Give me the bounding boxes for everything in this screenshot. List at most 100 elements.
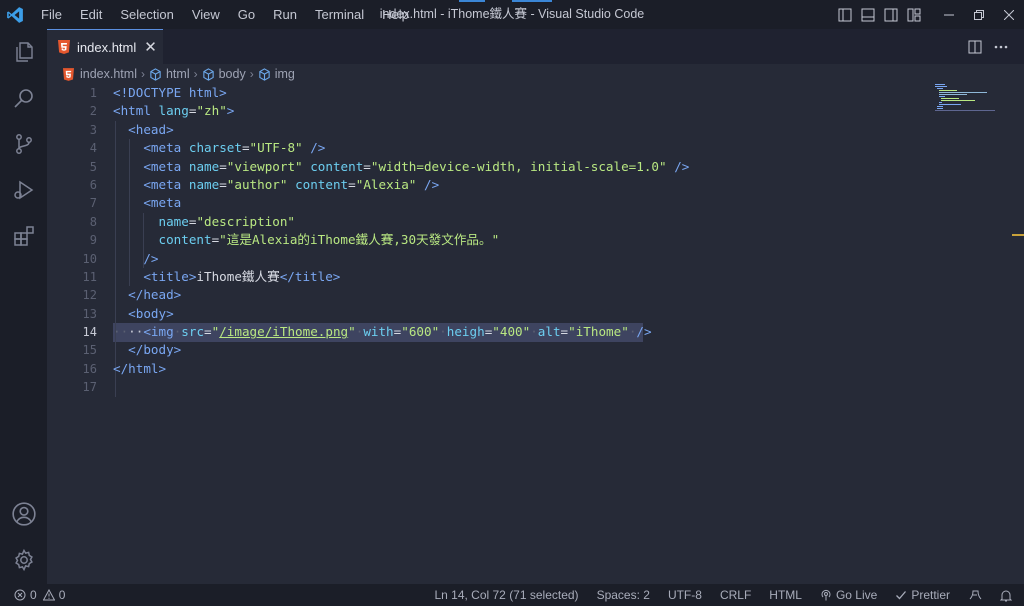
search-icon[interactable]	[0, 75, 47, 121]
breadcrumb-item-img[interactable]: img	[275, 67, 295, 81]
prettier-button[interactable]: Prettier	[895, 588, 950, 602]
code-line: name="description"	[158, 213, 296, 229]
chevron-right-icon: ›	[249, 67, 254, 81]
explorer-icon[interactable]	[0, 29, 47, 75]
viewport-name-value: "viewport"	[226, 158, 303, 174]
code-line: <head>	[128, 121, 174, 137]
activity-bar	[0, 29, 47, 584]
code-line: <html lang="zh">	[113, 103, 235, 119]
line-number: 1	[89, 86, 97, 100]
line-number: 6	[89, 177, 97, 192]
author-name-value: "author"	[226, 176, 288, 192]
status-bar: 0 0 Ln 14, Col 72 (71 selected) Spaces: …	[0, 584, 1024, 606]
line-number: 5	[89, 159, 97, 174]
code-line: content="這是Alexia的iThome鐵人賽,30天發文作品。"	[158, 232, 500, 248]
minimap[interactable]	[935, 84, 1015, 114]
title-bar-controls	[832, 0, 1024, 29]
warning-count: 0	[58, 588, 66, 602]
indentation-setting[interactable]: Spaces: 2	[597, 588, 650, 602]
line-number: 9	[89, 233, 97, 248]
line-number: 10	[82, 251, 97, 266]
charset-value: "UTF-8"	[249, 140, 303, 156]
element-cube-icon	[202, 67, 214, 81]
problems-indicator[interactable]: 0 0	[14, 588, 65, 602]
img-alt-value: "iThome"	[568, 324, 629, 340]
code-line: <title>iThome鐵人賽</title>	[143, 268, 341, 284]
description-name-value: "description"	[196, 213, 296, 229]
title-accent-line	[459, 0, 485, 2]
more-actions-icon[interactable]	[988, 36, 1014, 58]
customize-layout-icon[interactable]	[904, 5, 924, 25]
prettier-label: Prettier	[911, 588, 950, 602]
run-debug-icon[interactable]	[0, 167, 47, 213]
menu-selection[interactable]: Selection	[111, 0, 182, 29]
encoding-setting[interactable]: UTF-8	[668, 588, 702, 602]
status-bar-left: 0 0	[14, 584, 65, 606]
description-content-value: "這是Alexia的iThome鐵人賽,30天發文作品。"	[219, 232, 500, 248]
chevron-right-icon: ›	[140, 67, 145, 81]
breadcrumb-file[interactable]: index.html	[80, 67, 137, 81]
line-number: 13	[82, 306, 97, 321]
split-editor-icon[interactable]	[962, 36, 988, 58]
line-number-gutter: 1 2 3 4 5 6 7 8 9 10 11 12 13 14 15 16 1…	[47, 84, 97, 397]
close-window-icon[interactable]	[994, 0, 1024, 29]
code-line: </html>	[113, 360, 167, 376]
menu-run[interactable]: Run	[264, 0, 306, 29]
line-number: 15	[82, 343, 97, 358]
editor-actions	[962, 29, 1014, 64]
line-number: 4	[89, 141, 97, 156]
error-count: 0	[30, 588, 37, 602]
status-bar-right: Ln 14, Col 72 (71 selected) Spaces: 2 UT…	[416, 584, 1012, 606]
html5-file-icon	[58, 40, 70, 54]
go-live-label: Go Live	[835, 588, 878, 602]
minimize-icon[interactable]	[934, 0, 964, 29]
viewport-content-value: "width=device-width, initial-scale=1.0"	[370, 158, 667, 174]
code-line: <meta charset="UTF-8" />	[143, 140, 326, 156]
line-number-active: 14	[82, 325, 97, 340]
tab-close-icon[interactable]: ✕	[144, 38, 157, 56]
toggle-primary-sidebar-icon[interactable]	[835, 5, 855, 25]
restore-icon[interactable]	[964, 0, 994, 29]
feedback-icon[interactable]	[968, 589, 982, 601]
code-line: <meta name="viewport" content="width=dev…	[143, 158, 690, 174]
code-line: <body>	[128, 305, 174, 321]
code-editor[interactable]: 1 2 3 4 5 6 7 8 9 10 11 12 13 14 15 16 1…	[47, 84, 1024, 584]
toggle-secondary-sidebar-icon[interactable]	[881, 5, 901, 25]
menu-help[interactable]: Help	[373, 0, 418, 29]
line-number: 8	[89, 214, 97, 229]
menu-edit[interactable]: Edit	[71, 0, 111, 29]
language-mode[interactable]: HTML	[769, 588, 802, 602]
account-icon[interactable]	[0, 491, 47, 537]
code-line: </head>	[128, 287, 182, 303]
menu-file[interactable]: File	[32, 0, 71, 29]
chevron-right-icon: ›	[193, 67, 198, 81]
menu-view[interactable]: View	[183, 0, 229, 29]
settings-gear-icon[interactable]	[0, 537, 47, 583]
warning-icon	[42, 589, 55, 601]
cursor-position[interactable]: Ln 14, Col 72 (71 selected)	[434, 588, 578, 602]
go-live-button[interactable]: Go Live	[820, 588, 877, 602]
menu-go[interactable]: Go	[229, 0, 264, 29]
error-icon	[14, 589, 26, 601]
img-with-value: "600"	[401, 324, 440, 340]
author-content-value: "Alexia"	[355, 176, 417, 192]
code-line-active: ····<img·src="/image/iThome.png"·with="6…	[113, 324, 652, 340]
notifications-bell-icon[interactable]	[1000, 589, 1012, 602]
scrollbar-selection-marker	[1012, 234, 1024, 236]
toggle-panel-icon[interactable]	[858, 5, 878, 25]
menu-terminal[interactable]: Terminal	[306, 0, 373, 29]
lang-value: "zh"	[196, 103, 227, 119]
extensions-icon[interactable]	[0, 213, 47, 259]
tab-label: index.html	[77, 39, 137, 55]
tab-index-html[interactable]: index.html ✕	[47, 29, 163, 64]
code-line: </body>	[128, 342, 182, 358]
title-accent-line	[512, 0, 552, 2]
breadcrumb-item-html[interactable]: html	[166, 67, 190, 81]
breadcrumb-item-body[interactable]: body	[219, 67, 246, 81]
img-src-link[interactable]: /image/iThome.png	[219, 324, 348, 339]
line-number: 3	[89, 122, 97, 137]
source-control-icon[interactable]	[0, 121, 47, 167]
eol-setting[interactable]: CRLF	[720, 588, 751, 602]
line-number: 7	[89, 196, 97, 211]
